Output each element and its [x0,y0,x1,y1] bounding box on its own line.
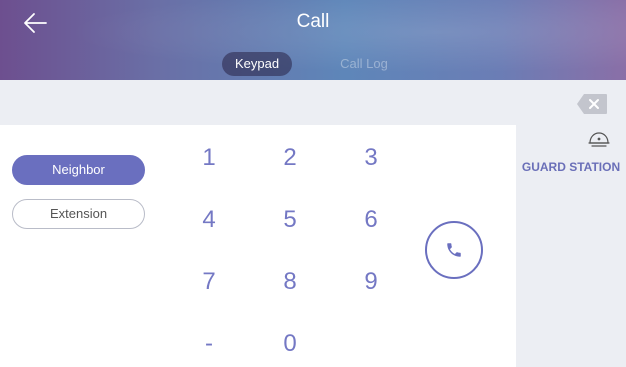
tab-bar: Keypad Call Log [0,52,626,76]
backspace-icon[interactable] [576,93,608,115]
tab-keypad[interactable]: Keypad [222,52,292,76]
neighbor-button[interactable]: Neighbor [12,155,145,185]
key-7[interactable]: 7 [184,262,234,302]
extension-button[interactable]: Extension [12,199,145,229]
tab-call-log[interactable]: Call Log [329,52,399,76]
page-title: Call [296,11,330,32]
dial-input-bar[interactable] [0,80,626,125]
app-header: Call Keypad Call Log [0,0,626,80]
key-4[interactable]: 4 [184,200,234,240]
guard-hat-icon [588,132,610,147]
key-0[interactable]: 0 [265,324,315,364]
guard-station-label[interactable]: GUARD STATION [516,160,626,174]
key-6[interactable]: 6 [346,200,396,240]
key-dash[interactable]: - [184,324,234,364]
key-8[interactable]: 8 [265,262,315,302]
key-9[interactable]: 9 [346,262,396,302]
key-1[interactable]: 1 [184,138,234,178]
call-button[interactable] [424,220,484,280]
key-3[interactable]: 3 [346,138,396,178]
key-2[interactable]: 2 [265,138,315,178]
key-5[interactable]: 5 [265,200,315,240]
